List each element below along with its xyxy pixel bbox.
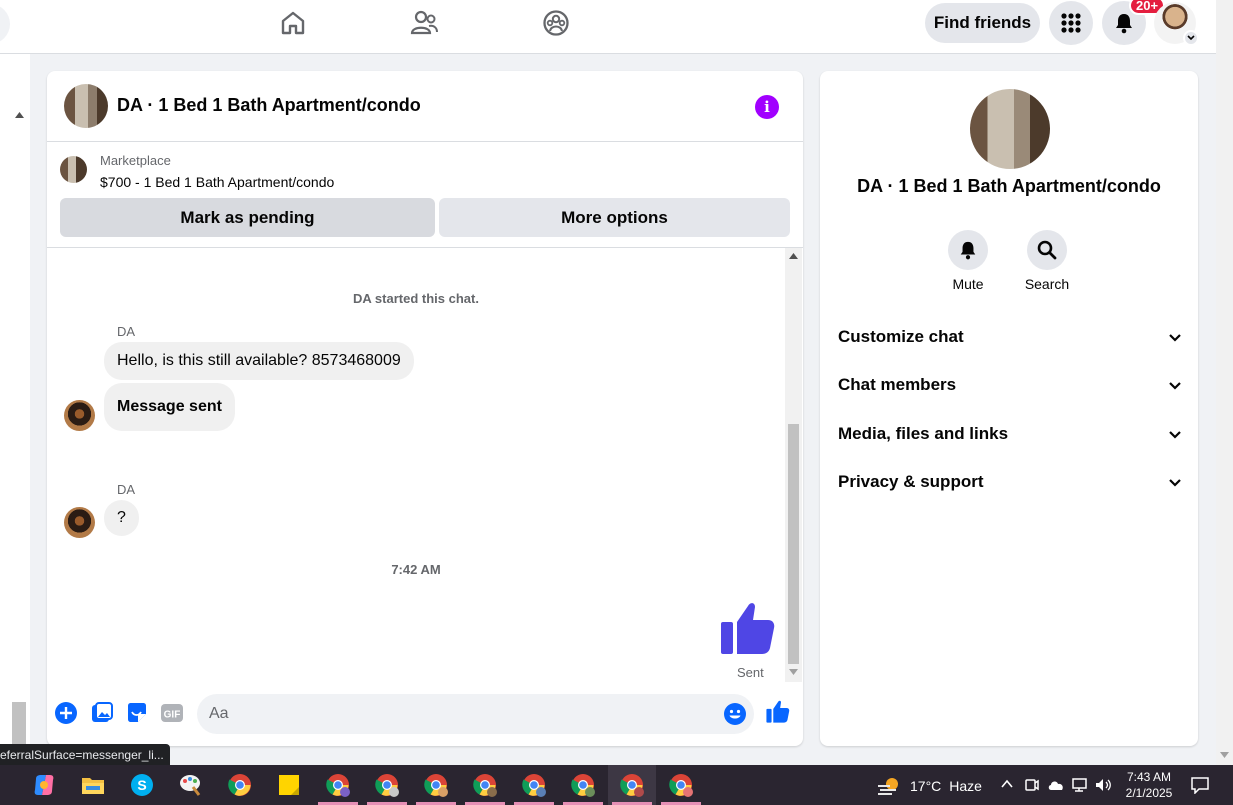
scroll-up-arrow-icon[interactable] [15, 112, 24, 118]
chat-window: DA · 1 Bed 1 Bath Apartment/condo i Mark… [47, 71, 803, 746]
plus-icon[interactable] [54, 701, 78, 725]
more-options-button[interactable]: More options [439, 198, 790, 237]
message-timestamp: 7:42 AM [391, 562, 441, 577]
file-explorer-icon[interactable] [79, 771, 107, 799]
sticky-notes-icon[interactable] [275, 771, 303, 799]
search-in-chat-button[interactable]: Search [1017, 230, 1077, 292]
send-like-icon[interactable] [766, 699, 790, 723]
conversation-title: DA · 1 Bed 1 Bath Apartment/condo [857, 176, 1161, 196]
chevron-down-icon [1169, 478, 1181, 487]
bell-icon[interactable] [948, 230, 988, 270]
weather-widget[interactable]: 17°C Haze [876, 775, 982, 797]
chrome-icon[interactable] [226, 771, 254, 799]
message-composer: GIF Aa [47, 689, 803, 739]
section-label: Chat members [838, 375, 957, 394]
message-list: DA started this chat. DA Hello, is this … [47, 248, 785, 686]
haze-icon [878, 778, 898, 795]
copilot-icon[interactable] [30, 771, 58, 799]
emoji-icon[interactable] [723, 702, 747, 726]
photo-icon[interactable] [90, 701, 114, 725]
menu-grid-icon[interactable] [1049, 1, 1093, 45]
messages-scrollbar[interactable] [785, 248, 802, 682]
chrome-window-icon[interactable] [373, 771, 401, 799]
friends-icon[interactable] [409, 8, 439, 38]
section-label: Customize chat [838, 327, 964, 346]
chat-members-section[interactable]: Chat members [838, 370, 1182, 400]
chat-avatar[interactable] [64, 84, 108, 128]
clock-time: 7:43 AM [1126, 770, 1172, 784]
listing-thumbnail[interactable] [60, 156, 87, 183]
message-sender: DA [117, 482, 136, 497]
chrome-window-icon[interactable] [618, 771, 646, 799]
top-nav-bar: Find friends 20+ [0, 0, 1216, 54]
media-files-links-section[interactable]: Media, files and links [838, 419, 1182, 449]
chrome-window-icon[interactable] [324, 771, 352, 799]
marketplace-label: Marketplace [100, 153, 171, 168]
chat-details-panel: DA · 1 Bed 1 Bath Apartment/condo Mute S… [820, 71, 1198, 746]
message-input-placeholder: Aa [209, 705, 229, 722]
message-bubble[interactable]: Hello, is this still available? 85734680… [104, 342, 414, 380]
conversation-avatar[interactable] [970, 89, 1050, 169]
scroll-down-arrow-icon[interactable] [1220, 752, 1229, 758]
onedrive-cloud-icon[interactable] [1047, 779, 1065, 791]
volume-speaker-icon[interactable] [1095, 778, 1113, 792]
privacy-support-section[interactable]: Privacy & support [838, 467, 1182, 497]
sender-avatar[interactable] [64, 507, 95, 538]
sender-avatar[interactable] [64, 400, 95, 431]
show-hidden-icons-chevron-up-icon[interactable] [1001, 779, 1013, 789]
network-icon[interactable] [1071, 778, 1089, 792]
temperature: 17°C [910, 778, 942, 794]
status-bar-url: eferralSurface=messenger_li... [0, 744, 170, 765]
search-label: Search [1024, 276, 1070, 292]
sticker-icon[interactable] [125, 701, 149, 725]
left-column-scrollbar[interactable] [0, 54, 30, 765]
like-thumbs-up-icon[interactable] [720, 598, 776, 656]
chat-title[interactable]: DA · 1 Bed 1 Bath Apartment/condo [117, 95, 421, 116]
groups-icon[interactable] [541, 8, 571, 38]
gif-icon[interactable]: GIF [160, 701, 184, 725]
windows-taskbar: S 17°C Haze 7:43 AM 2/1/2025 [0, 765, 1233, 805]
chrome-window-icon[interactable] [471, 771, 499, 799]
chevron-down-icon [1169, 381, 1181, 390]
chrome-window-icon[interactable] [520, 771, 548, 799]
system-clock[interactable]: 7:43 AM 2/1/2025 [1118, 769, 1180, 801]
section-label: Media, files and links [838, 424, 1009, 443]
skype-icon[interactable]: S [128, 771, 156, 799]
sent-status: Sent [737, 665, 764, 680]
clock-date: 2/1/2025 [1125, 786, 1173, 800]
listing-title[interactable]: $700 - 1 Bed 1 Bath Apartment/condo [100, 174, 334, 190]
message-input[interactable]: Aa [197, 694, 754, 734]
section-label: Privacy & support [838, 472, 984, 491]
chrome-window-icon[interactable] [667, 771, 695, 799]
home-icon[interactable] [278, 8, 308, 38]
weather-condition: Haze [949, 778, 982, 794]
chat-started-notice: DA started this chat. [353, 291, 479, 306]
chat-header: DA · 1 Bed 1 Bath Apartment/condo i [47, 71, 803, 142]
gif-label: GIF [164, 710, 181, 721]
messages-scroll-thumb[interactable] [788, 424, 799, 664]
message-bubble[interactable]: ? [104, 500, 139, 536]
info-icon[interactable]: i [755, 95, 779, 119]
paint-icon[interactable] [177, 771, 205, 799]
scroll-down-arrow-icon[interactable] [789, 669, 798, 675]
chrome-window-icon[interactable] [569, 771, 597, 799]
find-friends-button[interactable]: Find friends [925, 3, 1040, 43]
mute-label: Mute [952, 276, 984, 292]
scroll-up-arrow-icon[interactable] [789, 253, 798, 259]
customize-chat-section[interactable]: Customize chat [838, 322, 1182, 352]
chevron-down-icon [1169, 430, 1181, 439]
notification-center-icon[interactable] [1190, 776, 1210, 794]
account-chevron-down-icon[interactable] [1183, 30, 1199, 46]
page-scrollbar[interactable] [1216, 0, 1233, 765]
search-icon[interactable] [1027, 230, 1067, 270]
mute-button[interactable]: Mute [938, 230, 998, 292]
chevron-down-icon [1169, 333, 1181, 342]
message-sender: DA [117, 324, 136, 339]
search-pill[interactable] [0, 4, 10, 44]
mark-as-pending-button[interactable]: Mark as pending [60, 198, 435, 237]
message-bubble[interactable]: Message sent [104, 383, 235, 431]
chrome-window-icon[interactable] [422, 771, 450, 799]
svg-text:S: S [137, 777, 146, 793]
meet-now-icon[interactable] [1025, 777, 1039, 793]
